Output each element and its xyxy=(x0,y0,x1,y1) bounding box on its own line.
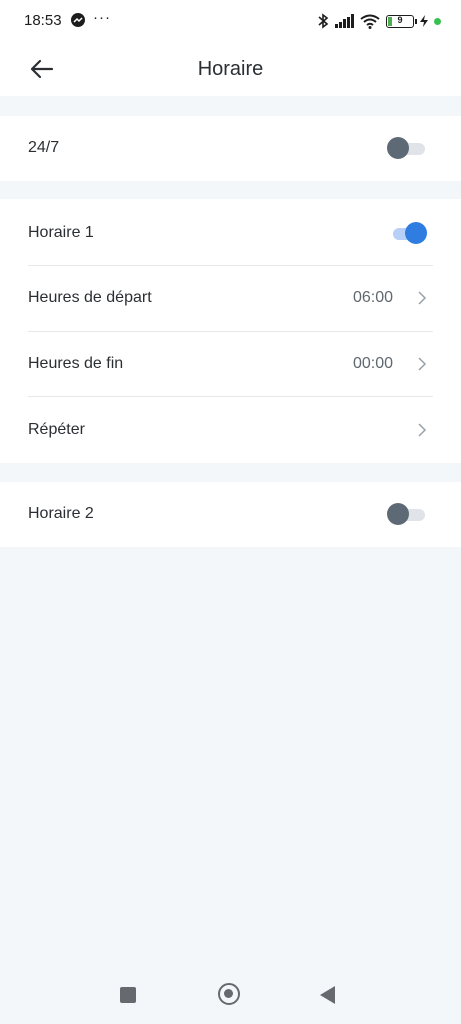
schedule2-row: Horaire 2 xyxy=(28,482,433,546)
signal-icon xyxy=(335,14,354,28)
schedule2-label: Horaire 2 xyxy=(28,505,94,522)
schedule1-toggle[interactable] xyxy=(387,222,427,244)
battery-level: 9 xyxy=(397,14,403,25)
home-button[interactable] xyxy=(218,983,240,1005)
wifi-icon xyxy=(360,14,380,29)
more-icon: ··· xyxy=(93,9,111,26)
always-on-toggle[interactable] xyxy=(387,137,427,159)
system-back-button[interactable] xyxy=(320,986,335,1004)
chevron-right-icon xyxy=(418,357,427,371)
schedule1-label: Horaire 1 xyxy=(28,224,94,241)
schedule1-card: Horaire 1 Heures de départ 06:00 Heures … xyxy=(0,199,461,463)
schedule2-toggle[interactable] xyxy=(387,503,427,525)
start-time-row[interactable]: Heures de départ 06:00 xyxy=(28,266,433,330)
end-time-row[interactable]: Heures de fin 00:00 xyxy=(28,332,433,396)
status-icons: 9 xyxy=(317,12,441,30)
end-time-value: 00:00 xyxy=(352,355,393,372)
always-on-card: 24/7 xyxy=(0,116,461,181)
repeat-label: Répéter xyxy=(28,421,85,438)
chevron-right-icon xyxy=(418,291,427,305)
start-time-label: Heures de départ xyxy=(28,289,152,306)
status-bar: 18:53 ··· 9 xyxy=(0,0,461,42)
status-time: 18:53 xyxy=(24,12,62,29)
chevron-right-icon xyxy=(418,423,427,437)
divider xyxy=(28,396,433,397)
page-title: Horaire xyxy=(197,58,264,80)
end-time-label: Heures de fin xyxy=(28,355,124,372)
start-time-value: 06:00 xyxy=(352,289,393,306)
bluetooth-icon xyxy=(318,13,329,29)
schedule2-card: Horaire 2 xyxy=(0,482,461,547)
messenger-icon xyxy=(71,13,85,27)
always-on-row: 24/7 xyxy=(28,116,433,180)
repeat-row[interactable]: Répéter xyxy=(28,398,433,462)
charging-icon xyxy=(420,15,428,27)
app-header: Horaire xyxy=(0,42,461,96)
schedule1-row: Horaire 1 xyxy=(28,201,433,265)
always-on-label: 24/7 xyxy=(28,139,60,156)
system-nav-bar xyxy=(0,968,461,1024)
privacy-dot xyxy=(434,17,441,25)
recents-button[interactable] xyxy=(120,987,136,1003)
battery-icon: 9 xyxy=(386,14,417,28)
